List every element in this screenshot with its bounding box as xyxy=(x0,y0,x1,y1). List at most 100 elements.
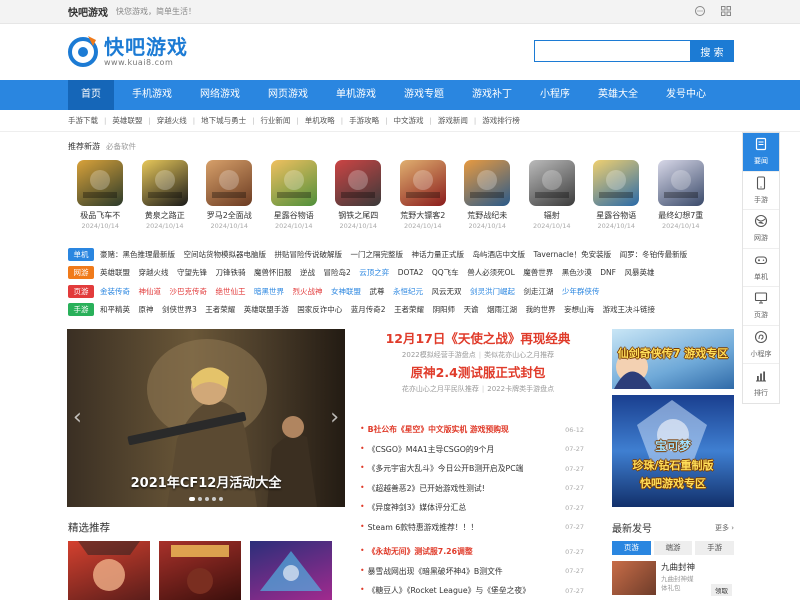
sidebar-item-phone[interactable]: 手游 xyxy=(743,172,779,210)
category-link[interactable]: 英雄联盟 xyxy=(100,267,130,278)
category-link[interactable]: 我的世界 xyxy=(526,304,556,315)
banner-prev-arrow[interactable]: ‹ xyxy=(73,405,82,430)
banner-dot[interactable] xyxy=(189,497,195,501)
category-link[interactable]: DNF xyxy=(600,268,616,277)
game-item[interactable]: 黄泉之路正 2024/10/14 xyxy=(133,160,198,230)
subnav-item[interactable]: 单机攻略 xyxy=(305,115,335,126)
category-link[interactable]: 岛屿酒店中文版 xyxy=(473,249,526,260)
newest-tab[interactable]: 端游 xyxy=(653,541,693,555)
news-item[interactable]: • 《永劫无间》测试服7.26调整 07-27 xyxy=(360,542,584,562)
game-item[interactable]: 罗马2全面战 2024/10/14 xyxy=(197,160,262,230)
category-link[interactable]: 暗黑世界 xyxy=(254,286,284,297)
category-link[interactable]: 空间站货物模拟器电脑版 xyxy=(184,249,267,260)
subnav-item[interactable]: 英雄联盟 xyxy=(112,115,142,126)
grid-icon[interactable] xyxy=(720,5,732,17)
category-link[interactable]: 游戏王决斗链接 xyxy=(603,304,656,315)
category-tag[interactable]: 页游 xyxy=(68,284,94,298)
subnav-item[interactable]: 手游下载 xyxy=(68,115,98,126)
tab-essential-software[interactable]: 必备软件 xyxy=(106,141,136,152)
game-item[interactable]: 钢铁之尾四 2024/10/14 xyxy=(326,160,391,230)
category-link[interactable]: 烈火战神 xyxy=(293,286,323,297)
category-link[interactable]: 少年群侠传 xyxy=(562,286,600,297)
news-item[interactable]: • 《多元宇宙大乱斗》今日公开B测开启及PC端 07-27 xyxy=(360,459,584,479)
subnav-item[interactable]: 地下城与勇士 xyxy=(201,115,246,126)
category-link[interactable]: 风云无双 xyxy=(432,286,462,297)
category-link[interactable]: 妄想山海 xyxy=(564,304,594,315)
news-item[interactable]: • Steam 6款特惠游戏推荐！！！ 07-27 xyxy=(360,518,584,538)
sidebar-item-miniapp[interactable]: 小程序 xyxy=(743,326,779,364)
game-item[interactable]: 辐射 2024/10/14 xyxy=(520,160,585,230)
category-link[interactable]: 剑灵洪门崛起 xyxy=(470,286,515,297)
news-item[interactable]: • 《糖豆人》《Rocket League》与《堡垒之夜》 07-27 xyxy=(360,581,584,601)
subnav-item[interactable]: 游戏新闻 xyxy=(438,115,468,126)
top-brand[interactable]: 快吧游戏 xyxy=(68,4,108,19)
sidebar-item-globe[interactable]: 网游 xyxy=(743,210,779,249)
nav-item[interactable]: 小程序 xyxy=(530,80,580,110)
news-item[interactable]: • 《CSGO》M4A1主导CSGO的9个月 07-27 xyxy=(360,440,584,460)
sidebar-item-news[interactable]: 要闻 xyxy=(743,133,779,172)
category-link[interactable]: QQ飞车 xyxy=(432,267,459,278)
category-link[interactable]: 永恒纪元 xyxy=(393,286,423,297)
category-link[interactable]: 天谕 xyxy=(464,304,479,315)
banner-dot[interactable] xyxy=(198,497,202,501)
newest-more-link[interactable]: 更多 › xyxy=(715,523,734,533)
claim-button[interactable]: 领取 xyxy=(711,584,732,596)
category-link[interactable]: 守望先锋 xyxy=(177,267,207,278)
category-link[interactable]: 魔兽世界 xyxy=(523,267,553,278)
subnav-item[interactable]: 中文游戏 xyxy=(394,115,424,126)
game-item[interactable]: 极品飞车不 2024/10/14 xyxy=(68,160,133,230)
sidebar-item-gamepad[interactable]: 单机 xyxy=(743,249,779,287)
headline-sublink[interactable]: 类似花亦山心之月推荐 xyxy=(484,351,554,359)
headline-sublink[interactable]: 2022卡牌类手游盘点 xyxy=(487,385,554,393)
category-link[interactable]: 魔兽怀旧服 xyxy=(254,267,292,278)
category-link[interactable]: 云顶之弈 xyxy=(359,267,389,278)
category-link[interactable]: 阴阳师 xyxy=(433,304,456,315)
category-link[interactable]: 蓝月传奇2 xyxy=(351,304,386,315)
headline-main[interactable]: 12月17日《天使之战》再现经典 xyxy=(360,330,596,348)
site-logo[interactable]: 快吧游戏 www.kuai8.com xyxy=(66,34,188,68)
game-item[interactable]: 荒野大镖客2 2024/10/14 xyxy=(391,160,456,230)
category-link[interactable]: 金装传奇 xyxy=(100,286,130,297)
search-button[interactable]: 搜 索 xyxy=(690,40,734,62)
category-link[interactable]: 拼贴冒险传说破解版 xyxy=(275,249,343,260)
featured-card[interactable] xyxy=(250,541,332,600)
category-link[interactable]: 豪赌：黑色推理最新版 xyxy=(100,249,175,260)
subnav-item[interactable]: 游戏排行榜 xyxy=(482,115,520,126)
banner-next-arrow[interactable]: › xyxy=(330,405,339,430)
category-link[interactable]: 逆战 xyxy=(300,267,315,278)
category-link[interactable]: 国家反诈中心 xyxy=(297,304,342,315)
game-item[interactable]: 荒野战纪未 2024/10/14 xyxy=(455,160,520,230)
category-link[interactable]: 女神联盟 xyxy=(331,286,361,297)
category-link[interactable]: DOTA2 xyxy=(398,268,424,277)
subnav-item[interactable]: 穿越火线 xyxy=(157,115,187,126)
nav-item[interactable]: 发号中心 xyxy=(656,80,716,110)
category-link[interactable]: 神话力量正式版 xyxy=(412,249,465,260)
headline-sublink[interactable]: 2022模拟经营手游盘点 xyxy=(402,351,476,359)
category-link[interactable]: 烟雨江湖 xyxy=(487,304,517,315)
category-link[interactable]: 和平精英 xyxy=(100,304,130,315)
game-item[interactable]: 最终幻想7重 2024/10/14 xyxy=(649,160,714,230)
sidebar-item-monitor[interactable]: 页游 xyxy=(743,287,779,326)
news-item[interactable]: • 暴雪战网出现《暗黑破坏神4》B测文件 07-27 xyxy=(360,562,584,582)
tab-recommend-games[interactable]: 推荐新游 xyxy=(68,141,100,152)
game-item[interactable]: 星露谷物语 2024/10/14 xyxy=(262,160,327,230)
category-link[interactable]: 沙巴克传奇 xyxy=(170,286,208,297)
search-input[interactable] xyxy=(534,40,690,62)
category-link[interactable]: 王者荣耀 xyxy=(394,304,424,315)
nav-item[interactable]: 网络游戏 xyxy=(190,80,250,110)
banner-dot[interactable] xyxy=(219,497,223,501)
banner-dot[interactable] xyxy=(205,497,209,501)
nav-item[interactable]: 首页 xyxy=(68,80,114,110)
nav-item[interactable]: 英雄大全 xyxy=(588,80,648,110)
category-link[interactable]: 兽人必须死OL xyxy=(467,267,515,278)
category-link[interactable]: 阎罗：冬铂传最新版 xyxy=(620,249,688,260)
category-link[interactable]: 一门之隔完整版 xyxy=(351,249,404,260)
nav-item[interactable]: 手机游戏 xyxy=(122,80,182,110)
sidebar-item-chart[interactable]: 排行 xyxy=(743,364,779,403)
ad-pokemon[interactable]: 宝可梦 珍珠/钻石重制版 快吧游戏专区 xyxy=(612,395,734,507)
newest-tab[interactable]: 页游 xyxy=(612,541,651,555)
banner-dot[interactable] xyxy=(212,497,216,501)
category-link[interactable]: 原神 xyxy=(139,304,154,315)
category-link[interactable]: 剑侠世界3 xyxy=(162,304,197,315)
carousel-banner[interactable]: ‹ › 2021年CF12月活动大全 xyxy=(67,329,345,507)
